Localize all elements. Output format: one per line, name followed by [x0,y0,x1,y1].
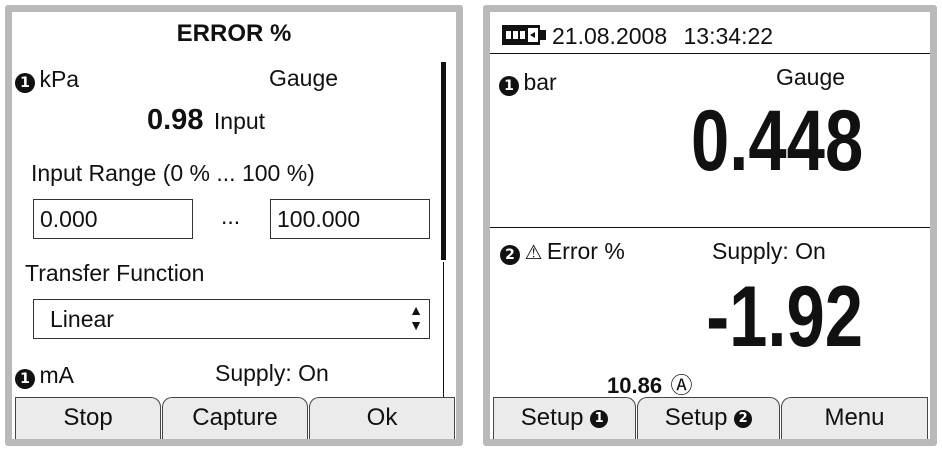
channel-2-indicator: 2 ⚠ Error % [500,238,625,265]
setup-channel-1-button[interactable]: Setup 1 [493,397,636,439]
output-channel-indicator: 1 mA [15,362,74,389]
channel-1-badge: 1 [15,72,35,93]
menu-button[interactable]: Menu [781,397,928,439]
range-separator: ... [221,203,241,229]
page-title: ERROR % [176,20,292,47]
scrollbar-track[interactable] [443,262,444,397]
input-channel-indicator: 1 kPa [15,66,79,93]
header-divider [490,53,930,54]
channel-1-badge: 1 [499,75,519,96]
channel-1-value: 0.448 [690,93,863,189]
capture-button[interactable]: Capture [162,397,308,439]
warning-triangle-icon: ⚠ [524,240,543,264]
pressure-type: Gauge [269,65,339,91]
range-low-field[interactable]: 0.000 [33,199,193,239]
reading-value: 0.98 [147,104,204,136]
status-time: 13:34:22 [683,23,774,49]
status-datetime: 21.08.2008 13:34:22 [552,23,773,50]
left-screen: ERROR % 1 kPa Gauge 0.98 Input Input Ran… [5,5,463,446]
setup-label: Setup [520,404,584,431]
channel-2-value: -1.92 [706,269,863,365]
softkey-bar: Setup 1 Setup 2 Menu [490,391,930,439]
scrollbar-thumb[interactable] [441,62,446,260]
channel-1-pressure-type: Gauge [776,64,846,90]
channel-2-badge: 2 [734,409,753,428]
transfer-function-label: Transfer Function [25,260,205,286]
transfer-function-select[interactable]: Linear ▲ ▼ [33,299,430,339]
channel-2-badge: 2 [500,244,520,265]
softkey-bar: Stop Capture Ok [12,391,456,439]
section-divider [490,227,930,228]
channel-1-indicator: 1 bar [499,69,557,96]
channel-1-badge: 1 [590,409,609,428]
output-unit: mA [39,362,74,388]
left-display: ERROR % 1 kPa Gauge 0.98 Input Input Ran… [12,12,456,439]
supply-status: Supply: On [215,360,329,386]
range-high-field[interactable]: 100.000 [270,199,430,239]
status-date: 21.08.2008 [552,23,668,49]
ok-button[interactable]: Ok [309,397,455,439]
right-display: 21.08.2008 13:34:22 1 bar Gauge 0.448 2 … [490,12,930,439]
channel-1-badge: 1 [15,368,35,389]
stop-button[interactable]: Stop [15,397,161,439]
battery-icon [502,24,548,46]
transfer-function-value: Linear [50,306,114,332]
setup-label: Setup [664,404,728,431]
input-range-label: Input Range (0 % ... 100 %) [31,160,315,186]
channel-1-unit: bar [523,69,557,95]
setup-channel-2-button[interactable]: Setup 2 [637,397,780,439]
channel-2-label: Error % [546,238,625,264]
reading-label: Input [213,108,266,134]
right-screen: 21.08.2008 13:34:22 1 bar Gauge 0.448 2 … [483,5,937,446]
updown-arrows-icon: ▲ ▼ [409,302,423,333]
input-reading: 0.98 Input [147,104,265,137]
input-unit: kPa [39,66,80,92]
channel-2-supply: Supply: On [712,238,826,264]
